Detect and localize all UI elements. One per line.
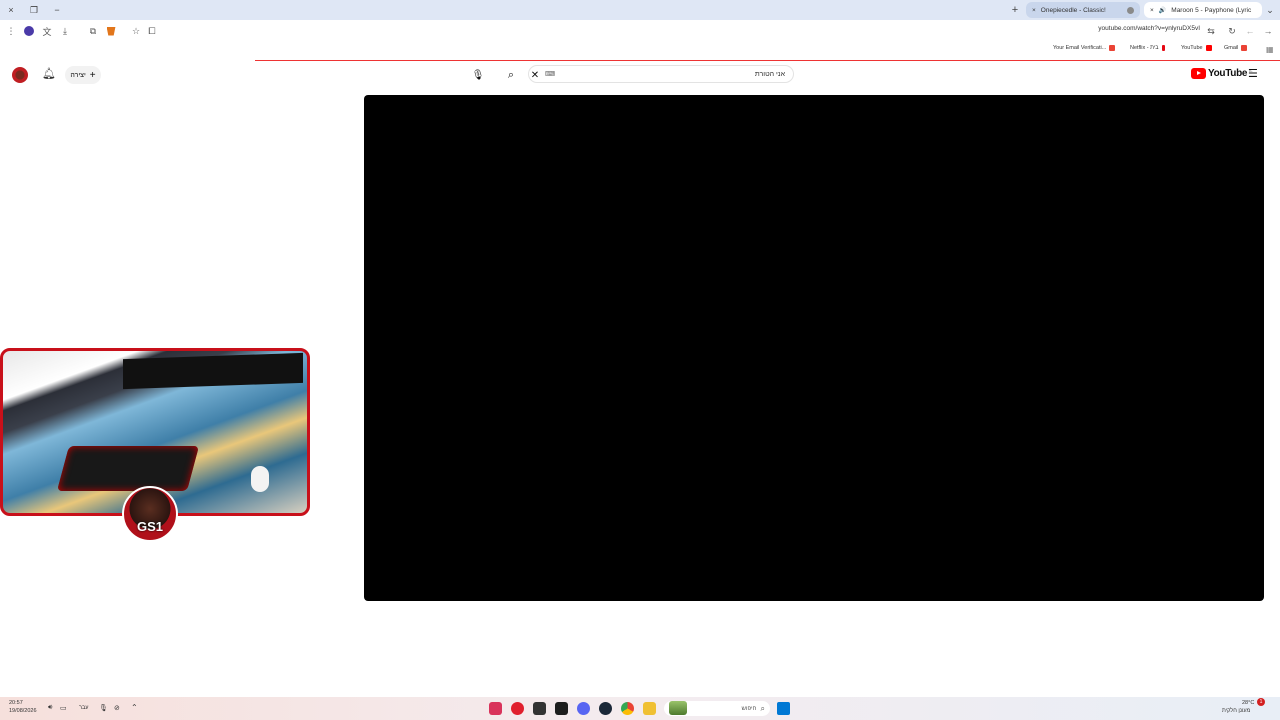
extensions-icon[interactable]: ⧉ xyxy=(86,24,100,38)
steam-app-icon[interactable] xyxy=(599,702,612,715)
clear-search-icon[interactable]: ✕ xyxy=(528,67,542,83)
volume-icon[interactable]: 🔊︎ xyxy=(48,704,52,712)
tab-close-icon[interactable]: × xyxy=(1150,7,1154,14)
all-bookmarks-icon[interactable]: ▦ xyxy=(1266,45,1274,54)
discord-app-icon[interactable] xyxy=(577,702,590,715)
show-hidden-icons-chevron[interactable]: ⌃ xyxy=(131,703,138,712)
gmail-icon xyxy=(1109,45,1116,51)
file-explorer-icon[interactable] xyxy=(643,702,656,715)
search-highlight-image xyxy=(669,701,687,715)
input-language[interactable]: עבר xyxy=(79,705,88,711)
youtube-play-logo-icon xyxy=(1191,68,1206,79)
window-close-icon[interactable]: × xyxy=(4,3,18,17)
page-load-progress-bar xyxy=(255,60,1280,61)
account-avatar[interactable] xyxy=(12,67,28,83)
mail-app-icon[interactable] xyxy=(489,702,502,715)
bookmark-label: Your Email Verificati... xyxy=(1053,45,1107,51)
tab-close-icon[interactable]: × xyxy=(1032,7,1036,14)
microphone-icon[interactable]: 🎙︎ xyxy=(99,704,108,712)
bookmark-email-verification[interactable]: Your Email Verificati... xyxy=(1053,45,1116,51)
site-settings-icon[interactable]: ⇆ xyxy=(1204,24,1218,38)
search-icon[interactable]: ⌕ xyxy=(503,67,519,83)
weather-description[interactable]: מעונן חלקית xyxy=(1222,708,1250,714)
forward-icon[interactable]: ← xyxy=(1243,24,1257,38)
opera-app-icon[interactable] xyxy=(511,702,524,715)
network-icon[interactable]: ▭ xyxy=(60,704,67,712)
youtube-logo-text: YouTube xyxy=(1208,68,1248,79)
voice-search-mic-icon[interactable]: 🎙︎ xyxy=(470,67,486,83)
tab-title: Maroon 5 - Payphone (Lyric xyxy=(1171,6,1252,14)
video-player[interactable] xyxy=(364,95,1264,601)
keyboard-icon[interactable]: ⌨ xyxy=(545,70,555,78)
reload-icon[interactable]: ↻ xyxy=(1225,24,1239,38)
chrome-app-icon[interactable] xyxy=(621,702,634,715)
window-minimize-icon[interactable]: − xyxy=(50,3,64,17)
back-icon[interactable]: → xyxy=(1261,24,1275,38)
tab-onepiecedle[interactable]: × Onepiecedle - Classic! xyxy=(1026,2,1140,18)
taskbar-search-placeholder: חיפוש xyxy=(741,705,757,712)
youtube-logo[interactable]: YouTube IL xyxy=(1191,68,1253,79)
create-button[interactable]: יצירה + xyxy=(65,66,101,84)
clock-time[interactable]: 20:57 xyxy=(9,700,23,706)
browser-toolbar: ⋮ 文 ⤓ ⧉ ☆ ⧠ youtube.com/watch?v=ynlyruDX… xyxy=(0,20,1280,42)
search-input[interactable] xyxy=(585,70,785,78)
notification-badge[interactable]: 1 xyxy=(1257,698,1265,706)
webcam-keyboard xyxy=(56,446,200,491)
create-label: יצירה xyxy=(70,71,86,79)
notifications-bell-icon[interactable]: 🔔︎ xyxy=(42,67,56,80)
download-icon[interactable]: ⤓ xyxy=(58,24,72,38)
bookmarks-bar: Gmail YouTube Netflix - בית Your Email V… xyxy=(0,42,1280,58)
tab-mute-icon[interactable] xyxy=(1127,6,1134,14)
terminal-app-icon[interactable] xyxy=(555,702,568,715)
bookmark-star-icon[interactable]: ☆ xyxy=(129,24,143,38)
start-button-windows-icon[interactable] xyxy=(777,702,790,715)
search-box: ⌨ xyxy=(528,65,794,83)
gmail-icon xyxy=(1241,45,1248,51)
youtube-header: 🔔︎ יצירה + 🎙︎ ⌕ ✕ ⌨ YouTube IL ☰ xyxy=(0,62,1280,88)
cast-icon[interactable]: ⧠ xyxy=(145,24,159,38)
weather-temp[interactable]: 28°C xyxy=(1242,700,1254,706)
window-restore-icon[interactable]: ❐ xyxy=(27,3,41,17)
translate-icon[interactable]: 文 xyxy=(40,24,54,38)
guide-menu-icon[interactable]: ☰ xyxy=(1248,67,1258,80)
streamer-logo-badge: GS1 xyxy=(122,486,178,542)
tab-audio-icon[interactable]: 🔊 xyxy=(1159,7,1166,14)
bookmark-label: Gmail xyxy=(1224,45,1239,51)
address-bar[interactable]: youtube.com/watch?v=ynlyruDX5vI xyxy=(1098,25,1200,32)
metamask-extension-icon[interactable] xyxy=(104,24,118,38)
vpn-icon[interactable]: ⊘ xyxy=(114,704,120,712)
new-tab-button[interactable]: + xyxy=(1008,3,1022,17)
more-menu-icon[interactable]: ⋮ xyxy=(4,24,18,38)
taskbar-search-icon: ⌕ xyxy=(760,703,765,713)
browser-tab-strip: × ❐ − + × Onepiecedle - Classic! × 🔊 Mar… xyxy=(0,0,1280,20)
bookmark-label: YouTube xyxy=(1181,45,1203,51)
bookmark-netflix[interactable]: Netflix - בית xyxy=(1130,45,1165,51)
game-launcher-icon[interactable] xyxy=(533,702,546,715)
bookmark-gmail[interactable]: Gmail xyxy=(1224,45,1248,51)
tab-search-chevron-icon[interactable]: ⌄ xyxy=(1263,3,1277,17)
badge-text: GS1 xyxy=(136,519,163,534)
webcam-monitor xyxy=(123,352,303,390)
clock-date[interactable]: 19/08/2026 xyxy=(9,708,37,714)
tab-title: Onepiecedle - Classic! xyxy=(1040,6,1106,14)
youtube-icon xyxy=(1205,45,1212,51)
netflix-icon xyxy=(1161,45,1165,51)
plus-icon: + xyxy=(89,69,96,81)
webcam-mouse xyxy=(251,466,269,492)
profile-avatar[interactable] xyxy=(22,24,36,38)
bookmark-label: Netflix - בית xyxy=(1130,45,1159,51)
windows-taskbar: 20:57 19/08/2026 🔊︎ ▭ עבר 🎙︎ ⊘ ⌃ חיפוש ⌕… xyxy=(0,697,1280,720)
bookmark-youtube[interactable]: YouTube xyxy=(1181,45,1212,51)
tab-youtube-payphone[interactable]: × 🔊 Maroon 5 - Payphone (Lyric xyxy=(1144,2,1262,18)
